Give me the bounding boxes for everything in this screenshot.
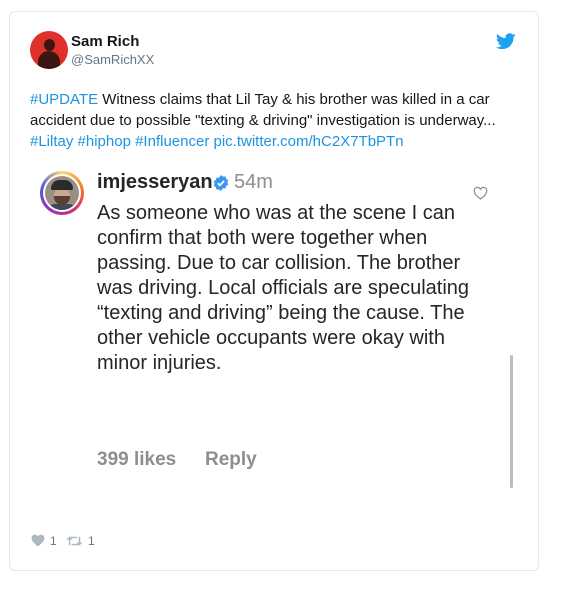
commenter-avatar — [40, 171, 84, 215]
hashtag-liltay-link[interactable]: #Liltay — [30, 133, 73, 150]
comment-likes: 399 likes — [97, 449, 177, 470]
tweet-text: #UPDATE Witness claims that Lil Tay & hi… — [30, 89, 525, 152]
author-avatar[interactable] — [30, 31, 68, 69]
hashtag-influencer-link[interactable]: #Influencer — [135, 133, 209, 150]
commenter-username: imjesseryan — [97, 171, 213, 193]
retweet-count[interactable]: 1 — [88, 534, 95, 548]
hashtag-hiphop-link[interactable]: #hiphop — [78, 133, 131, 150]
author-handle[interactable]: @SamRichXX — [71, 52, 154, 67]
retweet-icon[interactable] — [66, 535, 83, 547]
comment-text: As someone who was at the scene I can co… — [97, 202, 470, 374]
heart-icon[interactable] — [31, 534, 45, 547]
verified-icon — [213, 175, 229, 191]
pic-link[interactable]: pic.twitter.com/hC2X7TbPTn — [213, 133, 403, 150]
comment-time: 54m — [234, 171, 273, 193]
hashtag-update-link[interactable]: #UPDATE — [30, 91, 98, 108]
tweet-body: Witness claims that Lil Tay & his brothe… — [30, 91, 496, 129]
twitter-bird-icon[interactable] — [496, 33, 516, 50]
comment-reply: Reply — [205, 449, 257, 470]
heart-outline-icon — [473, 186, 488, 200]
author-name[interactable]: Sam Rich — [71, 33, 139, 50]
like-count[interactable]: 1 — [50, 534, 57, 548]
screenshot-scrollbar — [510, 355, 513, 488]
